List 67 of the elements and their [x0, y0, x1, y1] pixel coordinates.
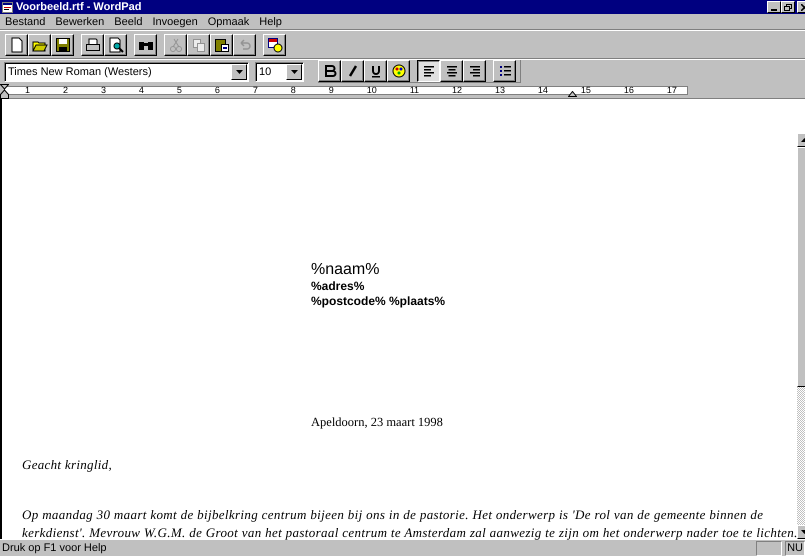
bold-button[interactable]	[318, 60, 341, 82]
center-button[interactable]	[440, 60, 463, 82]
ruler-number: 11	[410, 86, 420, 95]
cut-icon	[168, 36, 184, 52]
new-button[interactable]	[5, 34, 28, 56]
ruler-number: 13	[494, 86, 505, 95]
dropdown-arrow-icon	[236, 70, 242, 74]
address-line: %naam%	[311, 260, 380, 279]
ruler-number: 5	[176, 86, 182, 95]
ruler-number: 4	[138, 86, 144, 95]
ruler-number: 12	[452, 86, 462, 95]
preview-icon	[108, 36, 124, 52]
menu-item[interactable]: Bewerken	[50, 16, 110, 28]
paste-button[interactable]	[210, 34, 233, 56]
address-line: %adres%	[311, 279, 366, 294]
menu-item[interactable]: Help	[254, 16, 287, 28]
maximize-button[interactable]	[781, 1, 795, 13]
dropdown-arrow-icon	[290, 70, 298, 74]
paragraph-line: Op maandag 30 maart komt de bijbelkring centrum bijeen bij ons in de pastorie. Het onderwerp is 'De rol van de gemeente binnen de	[22, 506, 764, 524]
paste-icon	[214, 36, 230, 52]
restore-icon	[784, 4, 792, 10]
menu-item[interactable]: Bestand	[0, 16, 50, 28]
status-text: Druk op F1 voor Help	[1, 542, 108, 554]
address-line: %postcode% %plaats%	[311, 294, 446, 309]
status-panel	[756, 540, 782, 556]
new-icon	[8, 36, 24, 52]
color-button[interactable]	[387, 60, 410, 82]
num-lock-indicator: NU	[785, 540, 805, 556]
underline-button[interactable]	[364, 60, 387, 82]
window-title: Voorbeeld.rtf - WordPad	[16, 1, 142, 13]
ruler-number: 8	[290, 86, 296, 95]
size-dropdown[interactable]: 10	[255, 62, 304, 82]
left-button[interactable]	[417, 60, 440, 82]
font-dropdown[interactable]: Times New Roman (Westers)	[4, 62, 249, 82]
date-line: Apeldoorn, 23 maart 1998	[311, 415, 443, 430]
ruler-number: 6	[214, 86, 220, 95]
date-icon	[266, 36, 282, 52]
date-button[interactable]	[263, 34, 286, 56]
ruler-number: 14	[538, 86, 548, 95]
menu-item[interactable]: Beeld	[109, 16, 148, 28]
print-button[interactable]	[81, 34, 104, 56]
ruler-number: 2	[62, 86, 68, 95]
indent-marker-icon[interactable]	[0, 84, 9, 100]
ruler-number: 1	[25, 86, 30, 95]
ruler-number: 15	[580, 86, 591, 95]
ruler-number: 16	[624, 86, 634, 95]
menu-item[interactable]: Invoegen	[147, 16, 203, 28]
print-icon	[84, 36, 100, 52]
preview-button[interactable]	[104, 34, 127, 56]
copy-icon	[190, 36, 206, 52]
paragraph-line: kerkdienst'. Mevrouw W.G.M. de Groot van het pastoraal centrum te Amsterdam zal aanwezig te zijn om het onderwerp nader toe te lichten.	[22, 524, 798, 542]
ruler-number: 7	[252, 86, 258, 95]
ruler-number: 17	[666, 86, 677, 95]
open-button[interactable]	[28, 34, 51, 56]
save-icon	[54, 36, 70, 52]
ruler-number: 3	[100, 86, 106, 95]
italic-button[interactable]	[341, 60, 364, 82]
save-button[interactable]	[51, 34, 74, 56]
salutation: Geacht kringlid,	[22, 457, 112, 473]
right-button[interactable]	[463, 60, 486, 82]
color-icon	[390, 63, 406, 79]
ruler-number: 9	[328, 86, 334, 95]
bullets-button[interactable]	[493, 60, 516, 82]
minimize-button[interactable]	[767, 1, 781, 13]
find-button[interactable]	[134, 34, 157, 56]
ruler-number: 10	[366, 86, 377, 95]
menu-item[interactable]: Opmaak	[202, 16, 254, 28]
